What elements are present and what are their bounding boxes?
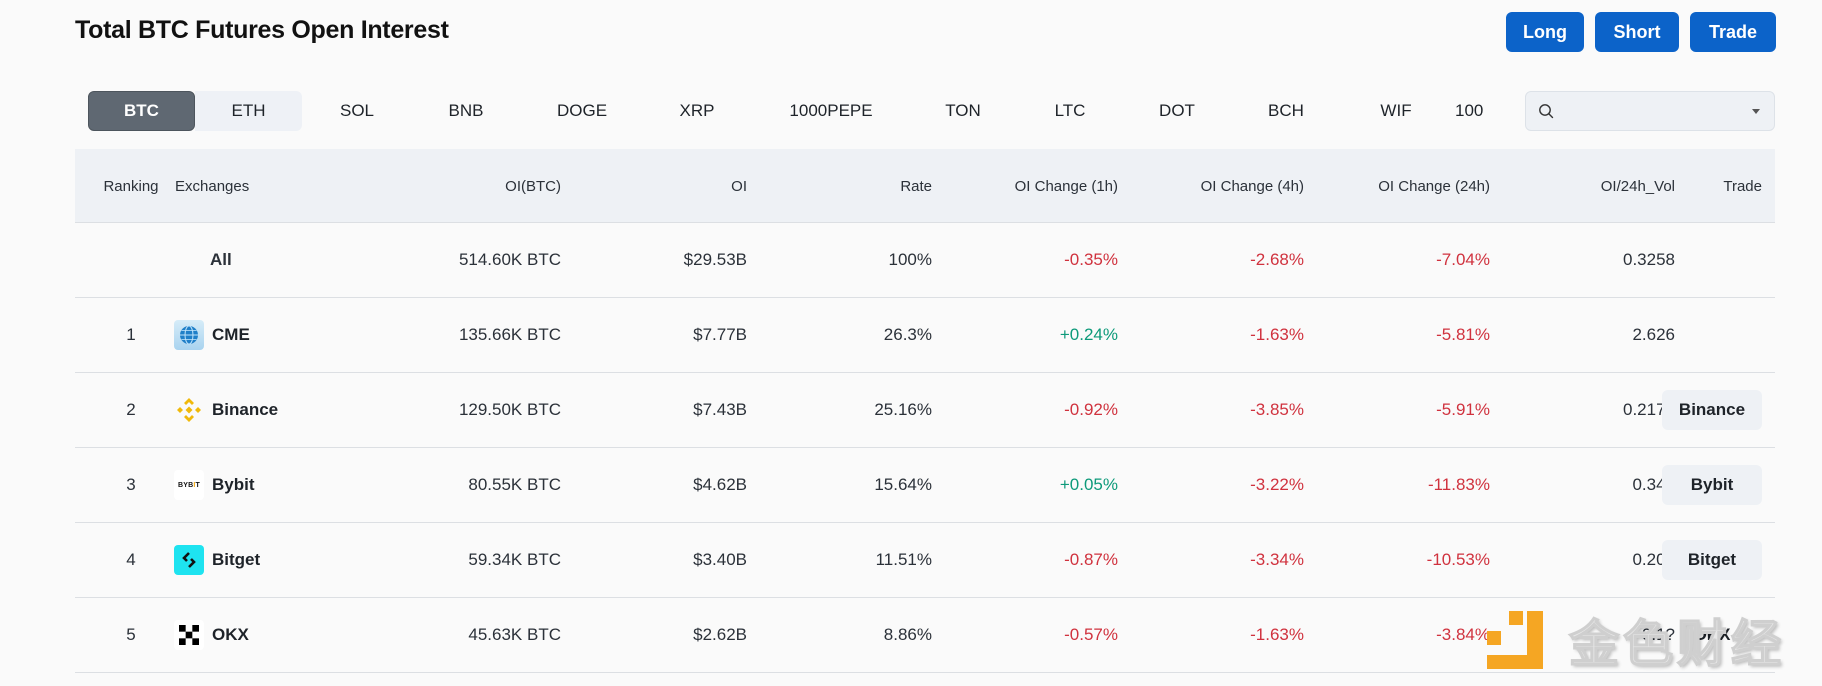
trade-bybit-button[interactable]: Bybit — [1662, 465, 1762, 505]
table-row: All 514.60K BTC $29.53B 100% -0.35% -2.6… — [75, 223, 1775, 298]
search-icon — [1539, 104, 1554, 119]
caret-down-icon[interactable] — [1752, 109, 1760, 114]
long-button[interactable]: Long — [1506, 12, 1584, 52]
trade-binance-button[interactable]: Binance — [1662, 390, 1762, 430]
trade-cell: OKX — [1625, 598, 1762, 672]
oi-vol-cell: 0.3258 — [1623, 250, 1675, 269]
tab-sol[interactable]: SOL — [317, 91, 397, 131]
exchange-name: All — [210, 250, 232, 269]
table-row: 5 OKX 45.63K BTC $2.62B 8.86% -0.57% -1.… — [75, 598, 1775, 673]
coin-search-select[interactable] — [1525, 91, 1775, 131]
cme-globe-icon — [174, 320, 204, 350]
tab-btc[interactable]: BTC — [88, 91, 195, 131]
okx-logo-icon — [174, 620, 204, 650]
rank-cell: 5 — [126, 625, 136, 644]
table-row: 1 CME 135.66K BTC $7.77B 26.3% +0.24% -1… — [75, 298, 1775, 373]
top-actions: Long Short Trade — [1506, 12, 1776, 52]
bitget-logo-icon — [174, 545, 204, 575]
tab-ton[interactable]: TON — [923, 91, 1003, 131]
rank-cell: 3 — [126, 475, 136, 494]
trade-okx-button[interactable]: OKX — [1662, 615, 1762, 655]
table-header: Ranking Exchanges OI(BTC) OI Rate OI Cha… — [75, 149, 1775, 223]
exchange-name[interactable]: CME — [212, 325, 250, 345]
tab-ltc[interactable]: LTC — [1030, 91, 1110, 131]
exchange-name[interactable]: Binance — [212, 400, 278, 420]
tab-doge[interactable]: DOGE — [537, 91, 627, 131]
tab-overflow[interactable]: 100 — [1455, 91, 1513, 131]
tab-bch[interactable]: BCH — [1246, 91, 1326, 131]
page-title: Total BTC Futures Open Interest — [75, 16, 449, 44]
short-button[interactable]: Short — [1595, 12, 1679, 52]
tab-eth[interactable]: ETH — [195, 91, 302, 131]
trade-cell: Binance — [1625, 373, 1762, 447]
tab-bnb[interactable]: BNB — [426, 91, 506, 131]
rank-cell: 4 — [126, 550, 136, 569]
exchange-name[interactable]: Bitget — [212, 550, 260, 570]
bybit-logo-icon: BYB I T — [174, 470, 204, 500]
trade-cell: Bitget — [1625, 523, 1762, 597]
table-row: 3 BYB I T Bybit 80.55K BTC $4.62B 15.64% +… — [75, 448, 1775, 523]
binance-logo-icon — [174, 395, 204, 425]
tab-wif[interactable]: WIF — [1356, 91, 1436, 131]
rank-cell — [75, 223, 187, 297]
tab-xrp[interactable]: XRP — [657, 91, 737, 131]
col-ranking: Ranking — [103, 177, 159, 195]
trade-button[interactable]: Trade — [1690, 12, 1776, 52]
table-row: 2 Binance 129.50K BTC $7.43B 25.16% -0.9… — [75, 373, 1775, 448]
col-trade: Trade — [1723, 177, 1762, 195]
trade-cell: Bybit — [1625, 448, 1762, 522]
coin-tabs: BTC ETH SOL BNB DOGE XRP 1000PEPE TON LT… — [88, 91, 1513, 131]
table-row: 4 Bitget 59.34K BTC $3.40B 11.51% -0.87%… — [75, 523, 1775, 598]
rank-cell: 1 — [126, 325, 136, 344]
exchange-name[interactable]: Bybit — [212, 475, 255, 495]
exchange-name[interactable]: OKX — [212, 625, 249, 645]
oi-vol-cell: 2.626 — [1632, 325, 1675, 344]
tab-dot[interactable]: DOT — [1137, 91, 1217, 131]
open-interest-table: Ranking Exchanges OI(BTC) OI Rate OI Cha… — [75, 149, 1775, 673]
search-input[interactable] — [1564, 97, 1734, 125]
tab-1000pepe[interactable]: 1000PEPE — [771, 91, 891, 131]
rank-cell: 2 — [126, 400, 136, 419]
trade-bitget-button[interactable]: Bitget — [1662, 540, 1762, 580]
